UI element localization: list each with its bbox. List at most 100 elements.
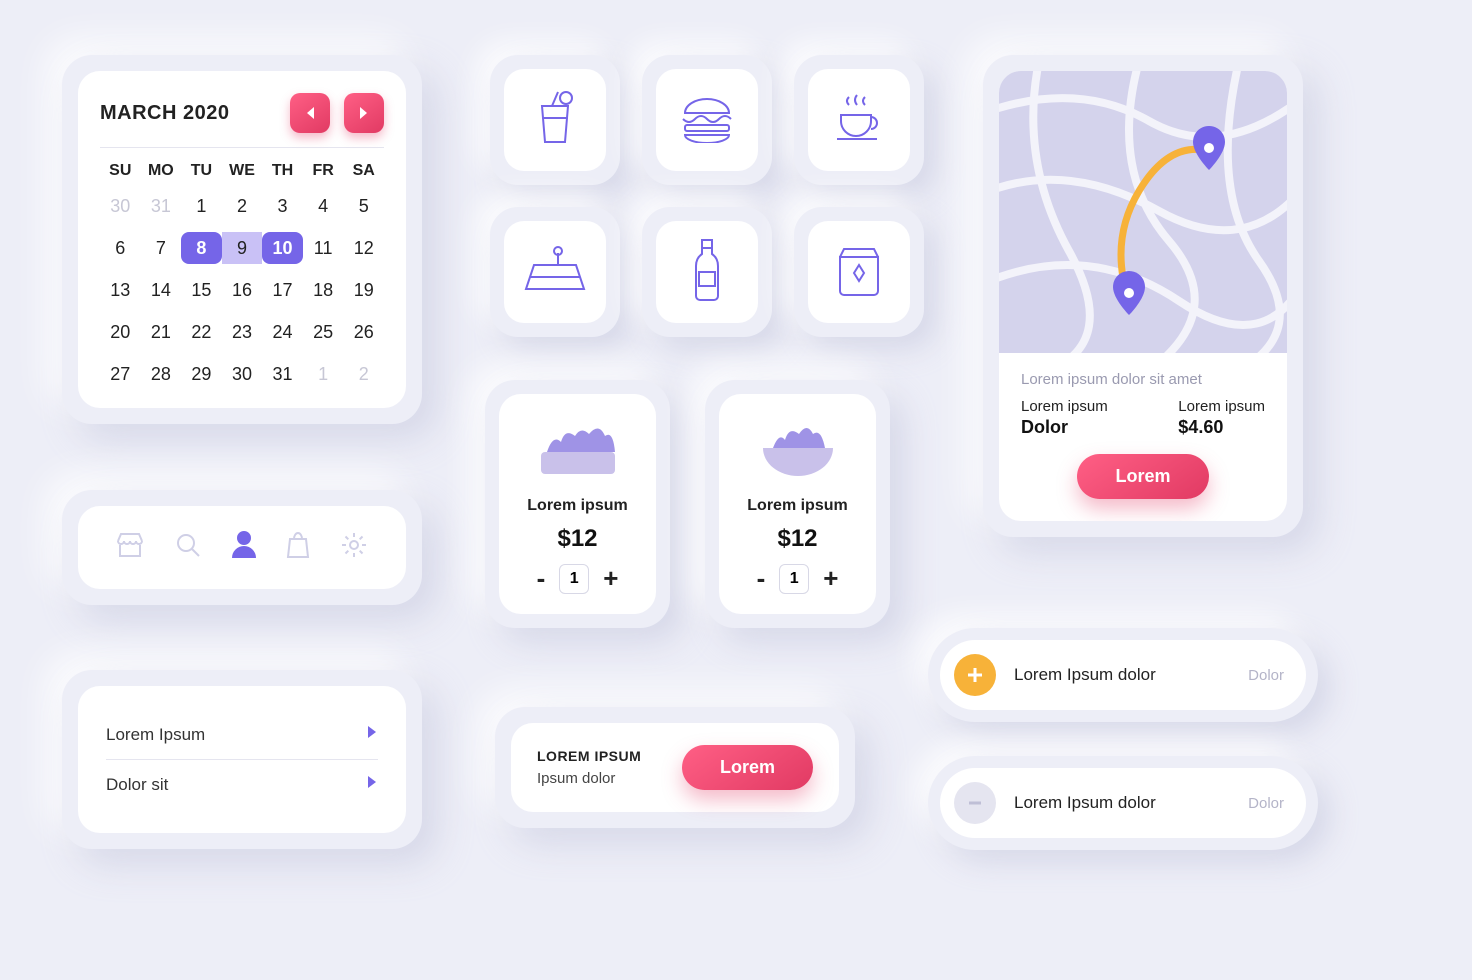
qty-decrement-button[interactable]: - — [537, 563, 546, 594]
category-tile[interactable] — [490, 55, 620, 185]
calendar-day[interactable]: 13 — [100, 274, 141, 306]
calendar-dow: SU — [100, 162, 141, 180]
list-item[interactable]: Lorem Ipsum — [106, 710, 378, 759]
calendar-day[interactable]: 22 — [181, 316, 222, 348]
calendar-day[interactable]: 30 — [222, 358, 263, 390]
cta-title: LOREM IPSUM — [537, 748, 641, 764]
calendar-day[interactable]: 15 — [181, 274, 222, 306]
calendar-day[interactable]: 17 — [262, 274, 303, 306]
qty-value: 1 — [559, 564, 589, 594]
nav-bar — [62, 490, 422, 605]
calendar-day[interactable]: 31 — [262, 358, 303, 390]
calendar-day[interactable]: 26 — [343, 316, 384, 348]
calendar-day[interactable]: 31 — [141, 190, 182, 222]
cta-subtitle: Ipsum dolor — [537, 770, 641, 787]
action-label: Lorem Ipsum dolor — [1014, 793, 1230, 813]
calendar-widget: MARCH 2020 SUMOTUWETHFRSA303112345678910… — [62, 55, 422, 424]
category-tile[interactable] — [642, 207, 772, 337]
calendar-day[interactable]: 16 — [222, 274, 263, 306]
calendar-day[interactable]: 12 — [343, 232, 384, 264]
product-price: $12 — [777, 525, 817, 553]
calendar-day[interactable]: 2 — [222, 190, 263, 222]
calendar-day[interactable]: 1 — [303, 358, 344, 390]
minus-icon — [954, 782, 996, 824]
calendar-day[interactable]: 11 — [303, 232, 344, 264]
calendar-next-button[interactable] — [344, 93, 384, 133]
action-row[interactable]: Lorem Ipsum dolorDolor — [928, 628, 1318, 722]
list-item-label: Lorem Ipsum — [106, 725, 205, 745]
qty-value: 1 — [779, 564, 809, 594]
calendar-day[interactable]: 7 — [141, 232, 182, 264]
calendar-day[interactable]: 29 — [181, 358, 222, 390]
nav-search[interactable] — [174, 531, 202, 564]
calendar-day[interactable]: 19 — [343, 274, 384, 306]
calendar-day[interactable]: 4 — [303, 190, 344, 222]
calendar-day[interactable]: 14 — [141, 274, 182, 306]
calendar-day[interactable]: 18 — [303, 274, 344, 306]
bag-icon — [834, 243, 884, 302]
calendar-day[interactable]: 28 — [141, 358, 182, 390]
category-tile[interactable] — [794, 55, 924, 185]
action-right-label: Dolor — [1248, 667, 1284, 684]
calendar-day[interactable]: 25 — [303, 316, 344, 348]
product-card: Lorem ipsum $12-1 + — [485, 380, 670, 628]
coffee-icon — [831, 91, 887, 150]
calendar-header: MARCH 2020 — [100, 93, 384, 148]
nav-store[interactable] — [115, 531, 145, 564]
calendar-day[interactable]: 9 — [222, 232, 263, 264]
store-icon — [115, 546, 145, 563]
qty-increment-button[interactable]: + — [603, 563, 618, 594]
calendar-dow: FR — [303, 162, 344, 180]
calendar-prev-button[interactable] — [290, 93, 330, 133]
nav-user[interactable] — [231, 530, 257, 565]
map-card: Lorem ipsum dolor sit amet Lorem ipsum D… — [983, 55, 1303, 537]
category-tile[interactable] — [794, 207, 924, 337]
cta-card: LOREM IPSUM Ipsum dolor Lorem — [495, 707, 855, 828]
calendar-day[interactable]: 3 — [262, 190, 303, 222]
drink-icon — [528, 88, 582, 153]
qty-decrement-button[interactable]: - — [757, 563, 766, 594]
calendar-day[interactable]: 21 — [141, 316, 182, 348]
product-image — [743, 412, 853, 487]
action-row[interactable]: Lorem Ipsum dolor Dolor — [928, 756, 1318, 850]
calendar-day[interactable]: 24 — [262, 316, 303, 348]
plus-icon — [954, 654, 996, 696]
map-left-value: Dolor — [1021, 417, 1108, 438]
bag-icon — [286, 546, 310, 563]
list-item-label: Dolor sit — [106, 775, 168, 795]
product-price: $12 — [557, 525, 597, 553]
calendar-dow: TH — [262, 162, 303, 180]
map-view[interactable] — [999, 71, 1287, 353]
chevron-right-icon — [366, 774, 378, 795]
chevron-right-icon — [366, 724, 378, 745]
map-action-button[interactable]: Lorem — [1077, 454, 1208, 499]
category-tile[interactable] — [490, 207, 620, 337]
calendar-day[interactable]: 23 — [222, 316, 263, 348]
gear-icon — [339, 547, 369, 564]
calendar-day[interactable]: 8 — [181, 232, 222, 264]
calendar-dow: TU — [181, 162, 222, 180]
calendar-dow: WE — [222, 162, 263, 180]
calendar-day[interactable]: 2 — [343, 358, 384, 390]
product-name: Lorem ipsum — [527, 497, 627, 515]
bottle-icon — [692, 238, 722, 307]
product-card: Lorem ipsum$12-1+ — [705, 380, 890, 628]
calendar-day[interactable]: 27 — [100, 358, 141, 390]
list-item[interactable]: Dolor sit — [106, 759, 378, 809]
cta-button[interactable]: Lorem — [682, 745, 813, 790]
calendar-day[interactable]: 1 — [181, 190, 222, 222]
category-tile[interactable] — [642, 55, 772, 185]
calendar-dow: SA — [343, 162, 384, 180]
calendar-dow: MO — [141, 162, 182, 180]
calendar-day[interactable]: 6 — [100, 232, 141, 264]
calendar-day[interactable]: 30 — [100, 190, 141, 222]
action-right-label: Dolor — [1248, 795, 1284, 812]
nav-bag[interactable] — [286, 531, 310, 564]
calendar-day[interactable]: 20 — [100, 316, 141, 348]
calendar-day[interactable]: 10 — [262, 232, 303, 264]
qty-increment-button[interactable]: + — [823, 563, 838, 594]
nav-gear[interactable] — [339, 530, 369, 565]
calendar-day[interactable]: 5 — [343, 190, 384, 222]
list-card: Lorem Ipsum Dolor sit — [62, 670, 422, 849]
map-right-value: $4.60 — [1178, 417, 1265, 438]
